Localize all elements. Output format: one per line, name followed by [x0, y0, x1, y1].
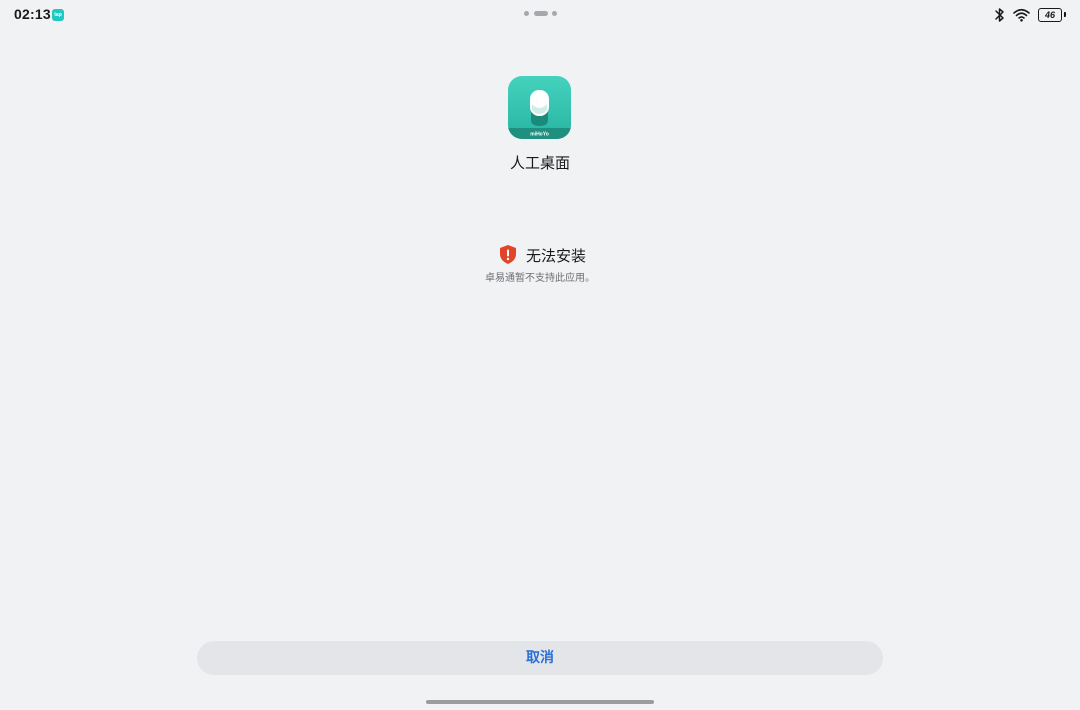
window-dot	[524, 11, 529, 16]
battery-cap	[1064, 12, 1066, 17]
app-name: 人工桌面	[509, 154, 570, 172]
battery-level: 46	[1044, 10, 1055, 20]
svg-text:miHoYo: miHoYo	[530, 132, 549, 138]
status-bar: 02:13 tap 46	[0, 0, 1080, 30]
install-screen: 02:13 tap 46 miHoYo 人工桌面 无法安装 卓易通暂不支持此应用…	[0, 0, 1080, 710]
home-indicator[interactable]	[426, 700, 654, 704]
status-time: 02:13	[14, 6, 51, 22]
shield-alert-icon	[500, 245, 516, 264]
install-error: 无法安装 卓易通暂不支持此应用。	[0, 243, 1080, 287]
wifi-icon	[1013, 8, 1030, 22]
error-title: 无法安装	[526, 247, 587, 265]
battery-icon: 46	[1038, 8, 1062, 22]
bluetooth-icon	[995, 8, 1004, 22]
cancel-button[interactable]: 取消	[197, 641, 883, 675]
app-logo-icon: miHoYo	[508, 90, 571, 139]
window-dot	[534, 11, 548, 16]
app-notification-icon: tap	[52, 9, 64, 21]
window-dot	[552, 11, 557, 16]
app-icon: miHoYo	[508, 76, 571, 139]
error-message: 卓易通暂不支持此应用。	[485, 273, 595, 284]
